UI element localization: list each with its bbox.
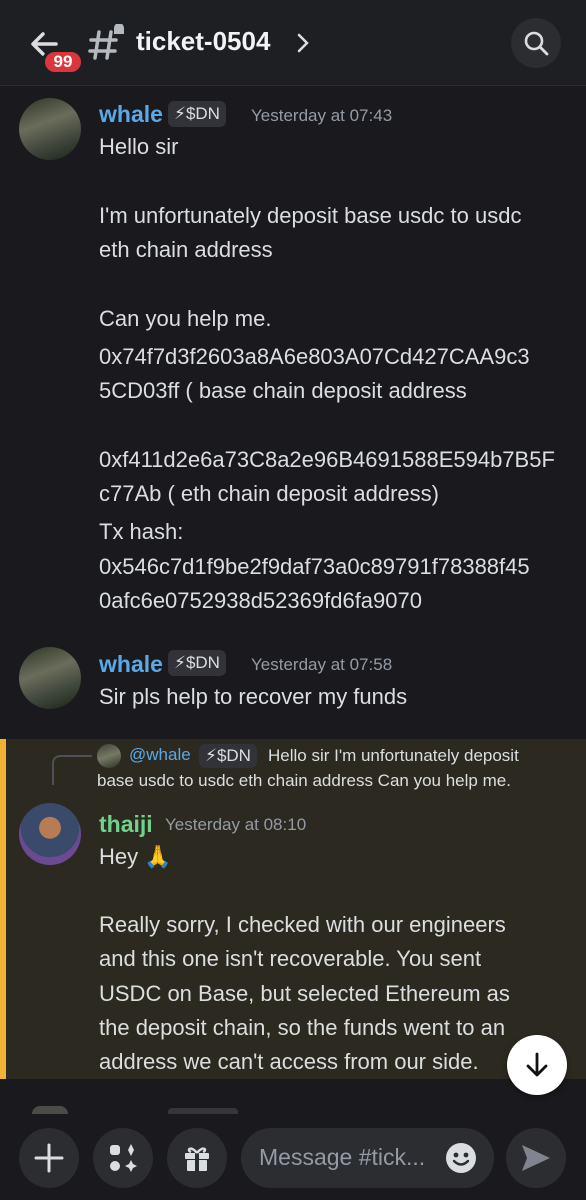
message-text: c77Ab ( eth chain deposit address)	[99, 481, 439, 506]
author-name[interactable]: whale	[99, 101, 163, 128]
chevron-right-icon[interactable]	[296, 32, 310, 54]
message-text: 5CD03ff ( base chain deposit address	[99, 378, 467, 403]
search-button[interactable]	[511, 18, 561, 68]
message-text: 0afc6e0752938d52369fd6fa9070	[99, 588, 422, 613]
gift-button[interactable]	[167, 1128, 227, 1188]
reply-mention[interactable]: @whale	[129, 745, 191, 765]
send-button[interactable]	[506, 1128, 566, 1188]
message-text: address we can't access from our side.	[99, 1049, 479, 1074]
message-text: Really sorry, I checked with our enginee…	[99, 912, 506, 937]
arrow-down-icon	[526, 1052, 548, 1077]
message-text: Sir pls help to recover my funds	[99, 684, 408, 709]
author-name[interactable]: thaiji	[99, 811, 153, 838]
message-input-placeholder: Message #tick...	[259, 1144, 426, 1170]
gift-icon	[185, 1147, 209, 1171]
message-input[interactable]: Message #tick...	[241, 1128, 494, 1188]
message-text: Can you help me.	[99, 306, 272, 331]
message-text: and this one isn't recoverable. You sent	[99, 946, 482, 971]
channel-name[interactable]: ticket-0504	[136, 26, 270, 57]
timestamp: Yesterday at 07:58	[251, 655, 393, 674]
timestamp: Yesterday at 07:43	[251, 106, 393, 125]
avatar[interactable]	[19, 98, 81, 160]
message-text: I'm unfortunately deposit base usdc to u…	[99, 203, 522, 228]
search-icon	[524, 31, 549, 56]
apps-icon	[110, 1144, 137, 1172]
user-tag: ⚡$DN	[168, 650, 226, 676]
tag-label: $DN	[185, 653, 220, 672]
message-text: Hey 🙏	[99, 844, 172, 869]
message-text: 0x546c7d1f9be2f9daf73a0c89791f78388f45	[99, 554, 530, 579]
reply-preview[interactable]: Hello sir I'm unfortunately deposit	[268, 746, 519, 766]
message-text: USDC on Base, but selected Ethereum as	[99, 981, 510, 1006]
tag-label: $DN	[216, 746, 251, 765]
scroll-to-bottom-button[interactable]	[507, 1035, 567, 1095]
tag-label: $DN	[185, 104, 220, 123]
user-tag: ⚡$DN	[168, 101, 226, 127]
reply-preview[interactable]: base usdc to usdc eth chain address Can …	[97, 771, 511, 791]
message-text: Tx hash:	[99, 519, 184, 544]
channel-header: 99 ticket-0504	[0, 0, 586, 86]
author-name[interactable]: whale	[99, 651, 163, 678]
message-text: the deposit chain, so the funds went to …	[99, 1015, 506, 1040]
next-message-avatar	[32, 1106, 68, 1114]
avatar[interactable]	[19, 647, 81, 709]
message-text: 0xf411d2e6a73C8a2e96B4691588E594b7B5F	[99, 447, 555, 472]
reply-avatar[interactable]	[97, 744, 121, 768]
send-icon	[522, 1145, 550, 1171]
timestamp: Yesterday at 08:10	[165, 815, 307, 834]
plus-icon	[34, 1143, 64, 1173]
emoji-button[interactable]	[444, 1141, 478, 1175]
reply-user-tag: ⚡$DN	[199, 744, 257, 768]
avatar[interactable]	[19, 803, 81, 865]
apps-button[interactable]	[93, 1128, 153, 1188]
message-text: eth chain address	[99, 237, 273, 262]
message-text: Hello sir	[99, 134, 179, 159]
thread-hash-icon	[88, 23, 128, 64]
message-text: 0x74f7d3f2603a8A6e803A07Cd427CAA9c3	[99, 344, 530, 369]
unread-badge: 99	[42, 49, 84, 75]
emoji-icon	[446, 1143, 476, 1173]
add-button[interactable]	[19, 1128, 79, 1188]
reply-connector	[52, 755, 92, 785]
